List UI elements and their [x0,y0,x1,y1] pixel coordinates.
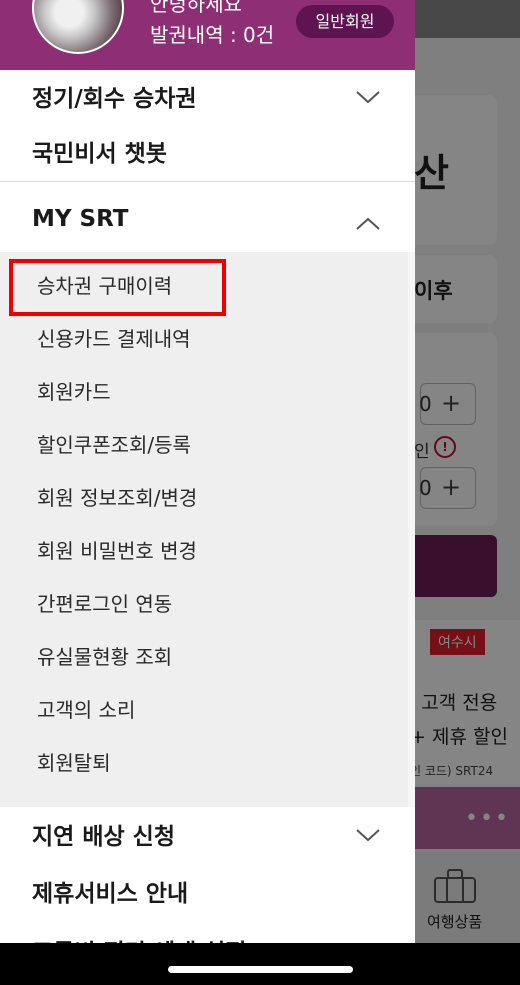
submenu-scrollbar[interactable] [408,252,415,807]
chevron-down-icon [356,829,380,842]
menu-item-label: 정기/회수 승차권 [32,86,197,112]
submenu-item-easy-login[interactable]: 간편로그인 연동 [37,588,172,617]
menu-item-partial[interactable]: 교통비 정리 예매 설정 [0,922,415,943]
submenu-item-card-payments[interactable]: 신용카드 결제내역 [37,323,191,352]
ticket-count: 발권내역 : 0건 [150,23,275,47]
submenu-item-member-info[interactable]: 회원 정보조회/변경 [37,482,197,511]
highlight-box [9,259,226,316]
system-nav-bar [0,943,520,985]
menu-item-delay-compensation[interactable]: 지연 배상 신청 [0,806,415,862]
submenu-item-member-card[interactable]: 회원카드 [37,376,111,405]
submenu-item-lost-items[interactable]: 유실물현황 조회 [37,641,172,670]
menu-item-partner-services[interactable]: 제휴서비스 안내 [0,863,415,919]
menu-item-mysrt[interactable]: MY SRT [0,195,415,251]
member-badge: 일반회원 [296,5,394,38]
side-drawer: 안녕하세요 발권내역 : 0건 일반회원 정기/회수 승차권 국민비서 챗봇 M… [0,0,415,943]
home-indicator[interactable] [168,966,353,973]
divider [0,181,415,182]
chevron-down-icon [356,91,380,104]
dim-overlay[interactable] [415,0,520,943]
menu-item-pass[interactable]: 정기/회수 승차권 [0,68,415,124]
greeting-text: 안녕하세요 [150,0,242,16]
submenu-item-customer-voice[interactable]: 고객의 소리 [37,694,135,723]
menu-item-label: MY SRT [32,206,129,232]
submenu-item-coupons[interactable]: 할인쿠폰조회/등록 [37,429,191,458]
menu-item-label: 지연 배상 신청 [32,824,175,850]
chevron-up-icon [356,217,380,230]
avatar [32,0,124,54]
menu-item-label: 교통비 정리 예매 설정 [32,933,246,943]
menu-item-label: 국민비서 챗봇 [32,141,167,167]
drawer-header: 안녕하세요 발권내역 : 0건 일반회원 [0,0,415,70]
mysrt-submenu: 승차권 구매이력 신용카드 결제내역 회원카드 할인쿠폰조회/등록 회원 정보조… [0,252,408,807]
menu-item-label: 제휴서비스 안내 [32,881,189,907]
submenu-item-withdraw[interactable]: 회원탈퇴 [37,747,111,776]
menu-item-chatbot[interactable]: 국민비서 챗봇 [0,123,415,179]
submenu-item-change-password[interactable]: 회원 비밀번호 변경 [37,535,197,564]
